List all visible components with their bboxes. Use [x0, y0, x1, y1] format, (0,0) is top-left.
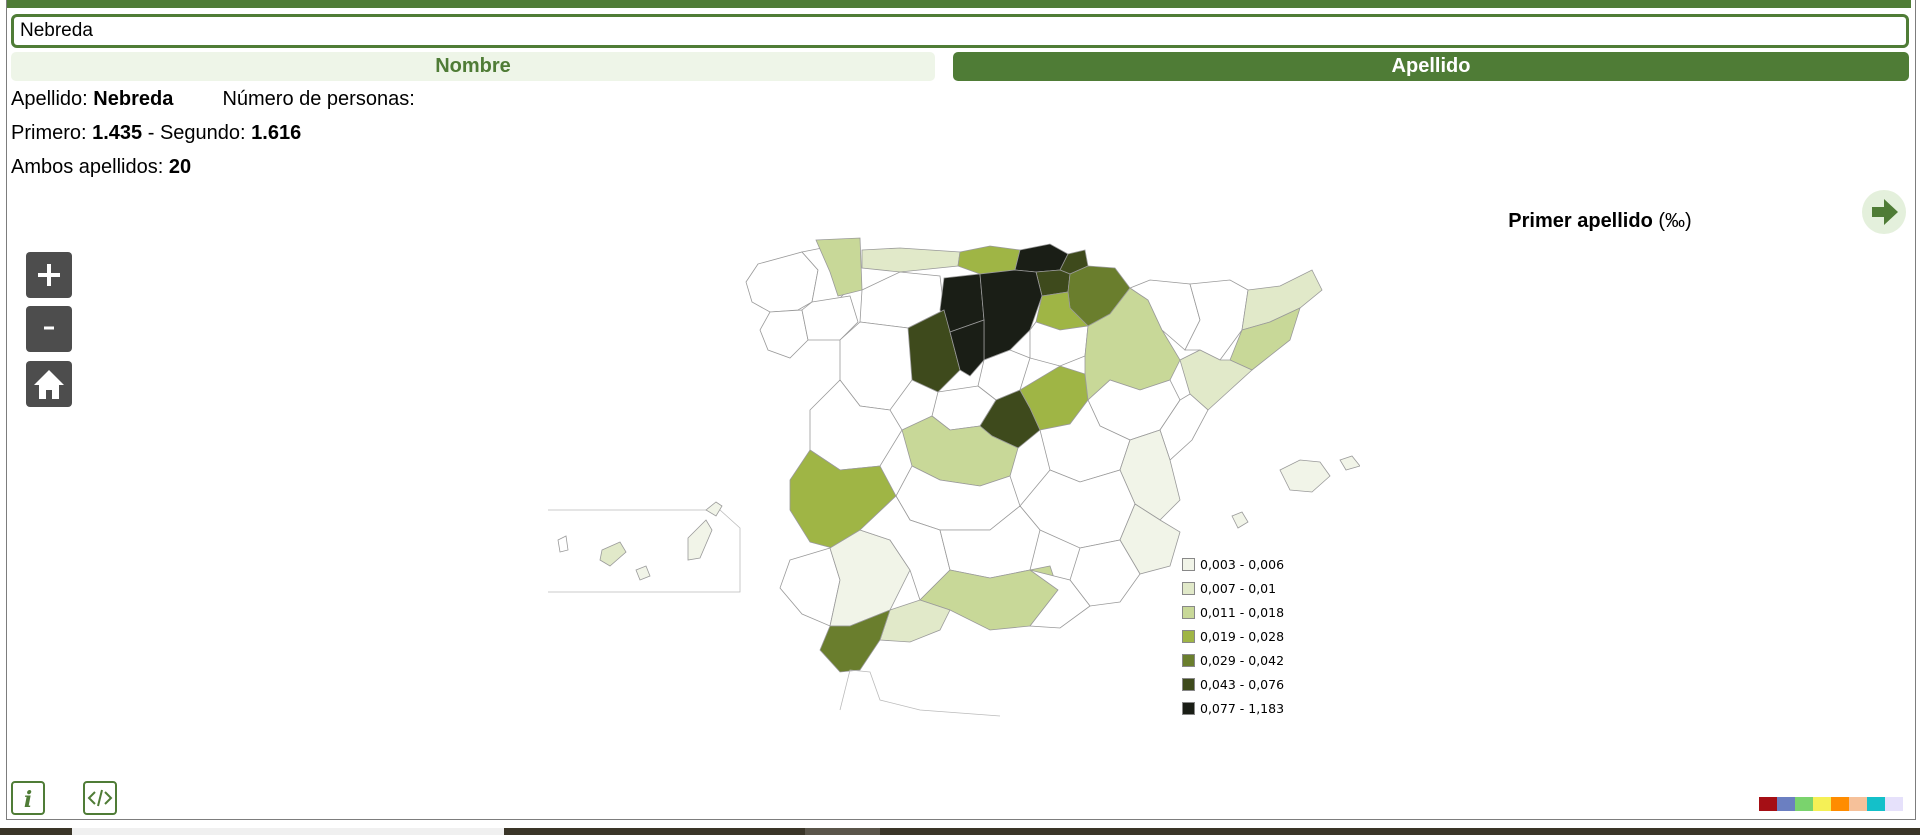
region-ibiza — [1231, 511, 1249, 529]
legend-label: 0,029 - 0,042 — [1200, 652, 1285, 668]
legend-item: 0,007 - 0,01 — [1182, 576, 1284, 600]
taskbar — [0, 828, 1920, 835]
plus-icon — [38, 264, 60, 286]
zoom-in-button[interactable] — [26, 252, 72, 298]
top-bar — [7, 0, 1911, 8]
map-legend: 0,003 - 0,006 0,007 - 0,01 0,011 - 0,018 0,… — [1182, 552, 1284, 720]
legend-label: 0,043 - 0,076 — [1200, 676, 1285, 692]
palette-swatch[interactable] — [1795, 797, 1813, 811]
region-asturias — [861, 247, 961, 273]
ambos-label: Ambos apellidos: — [11, 156, 169, 178]
legend-item: 0,029 - 0,042 — [1182, 648, 1284, 672]
legend-swatch — [1182, 557, 1195, 571]
personas-label: Número de personas: — [222, 88, 415, 110]
ambos-line: Ambos apellidos: 20 — [11, 156, 191, 179]
next-map-button[interactable] — [1862, 190, 1906, 234]
tab-apellido[interactable]: Apellido — [953, 52, 1909, 81]
apellido-label: Apellido: — [11, 88, 94, 110]
region-mallorca — [1279, 459, 1331, 493]
segundo-value: 1.616 — [251, 122, 302, 144]
palette-swatch[interactable] — [1831, 797, 1849, 811]
region-pontevedra — [759, 309, 809, 359]
region-coruna — [745, 251, 819, 313]
surname-info-line: Apellido: Nebreda Número de personas: — [11, 88, 415, 111]
home-button[interactable] — [26, 361, 72, 407]
palette-swatch[interactable] — [1849, 797, 1867, 811]
map-title-text: Primer apellido — [1508, 210, 1659, 232]
embed-button[interactable] — [83, 781, 117, 815]
palette-swatch[interactable] — [1777, 797, 1795, 811]
legend-item: 0,043 - 0,076 — [1182, 672, 1284, 696]
legend-swatch — [1182, 677, 1195, 691]
map-title-unit: (‰) — [1658, 210, 1692, 232]
info-button[interactable]: i — [11, 781, 45, 815]
palette-swatch[interactable] — [1813, 797, 1831, 811]
region-huelva — [779, 547, 841, 627]
code-icon — [87, 789, 113, 807]
primero-value: 1.435 — [92, 122, 143, 144]
segundo-label: - Segundo: — [142, 122, 252, 144]
legend-label: 0,019 - 0,028 — [1200, 628, 1285, 644]
minus-icon — [44, 326, 54, 330]
legend-item: 0,011 - 0,018 — [1182, 600, 1284, 624]
legend-swatch — [1182, 581, 1195, 595]
legend-label: 0,011 - 0,018 — [1200, 604, 1285, 620]
legend-swatch — [1182, 701, 1195, 715]
ambos-value: 20 — [168, 156, 192, 178]
surname-search-input[interactable] — [11, 14, 1909, 48]
primero-label: Primero: — [11, 122, 93, 144]
legend-swatch — [1182, 605, 1195, 619]
tab-nombre[interactable]: Nombre — [11, 52, 935, 81]
map-title: Primer apellido (‰) — [1400, 210, 1800, 233]
home-icon — [34, 370, 64, 399]
legend-label: 0,077 - 1,183 — [1200, 700, 1285, 716]
legend-swatch — [1182, 653, 1195, 667]
svg-text:i: i — [24, 787, 32, 813]
legend-item: 0,077 - 1,183 — [1182, 696, 1284, 720]
color-palette-selector[interactable] — [1759, 797, 1903, 811]
palette-swatch[interactable] — [1759, 797, 1777, 811]
palette-swatch[interactable] — [1867, 797, 1885, 811]
info-icon: i — [24, 787, 32, 813]
legend-label: 0,007 - 0,01 — [1200, 580, 1277, 596]
counts-line: Primero: 1.435 - Segundo: 1.616 — [11, 122, 301, 145]
arrow-right-icon — [1872, 199, 1898, 225]
apellido-value: Nebreda — [93, 88, 174, 110]
region-cantabria — [957, 245, 1021, 275]
region-menorca — [1339, 455, 1360, 471]
legend-label: 0,003 - 0,006 — [1200, 556, 1285, 572]
region-vizcaya — [1014, 243, 1069, 273]
legend-item: 0,003 - 0,006 — [1182, 552, 1284, 576]
legend-swatch — [1182, 629, 1195, 643]
palette-swatch[interactable] — [1885, 797, 1903, 811]
zoom-out-button[interactable] — [26, 306, 72, 352]
legend-item: 0,019 - 0,028 — [1182, 624, 1284, 648]
